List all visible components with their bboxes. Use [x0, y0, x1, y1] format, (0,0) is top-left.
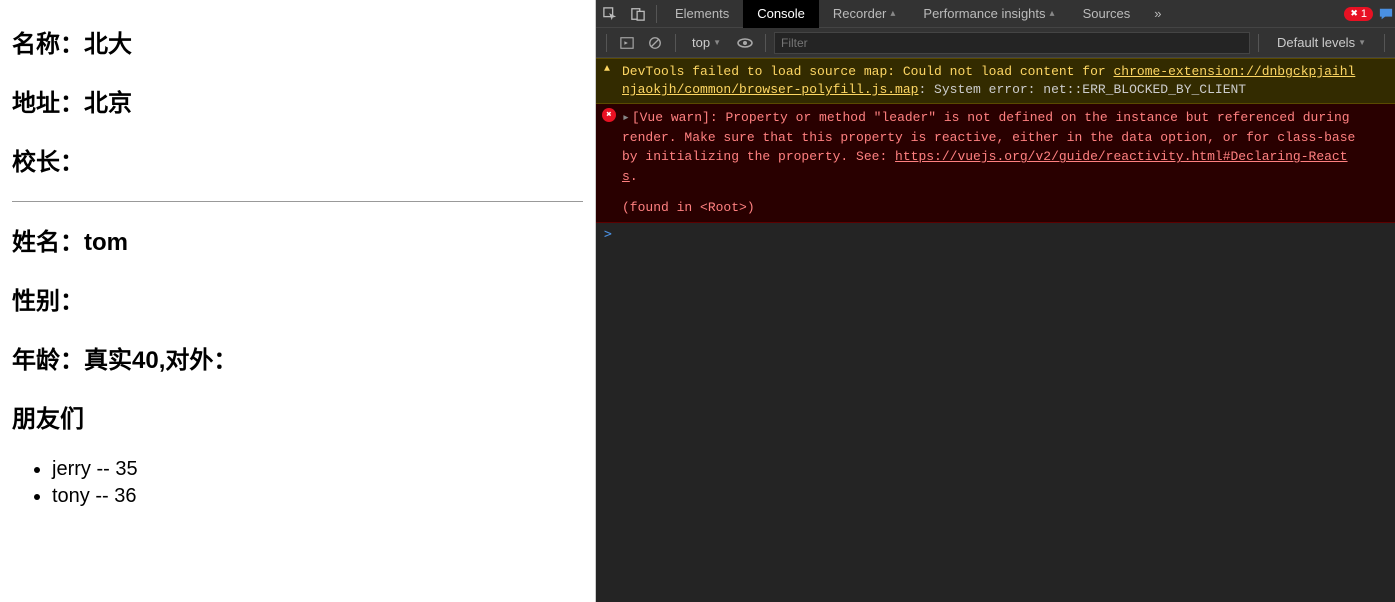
more-tabs-button[interactable]: »: [1144, 6, 1171, 21]
separator: [606, 34, 607, 52]
devtools-panel: Elements Console Recorder▴ Performance i…: [596, 0, 1395, 602]
separator: [1384, 34, 1385, 52]
person-name-heading: 姓名：tom: [12, 222, 583, 257]
console-prompt[interactable]: >: [596, 223, 1395, 246]
experimental-icon: ▴: [1050, 0, 1055, 28]
console-toolbar: top▼ Default levels▼: [596, 28, 1395, 58]
separator: [765, 34, 766, 52]
list-item: jerry -- 35: [52, 458, 583, 481]
separator: [1258, 34, 1259, 52]
school-leader-heading: 校长：: [12, 142, 583, 177]
toggle-device-icon[interactable]: [624, 0, 652, 28]
friends-heading: 朋友们: [12, 399, 583, 434]
filter-input[interactable]: [774, 32, 1250, 54]
console-warning-message[interactable]: DevTools failed to load source map: Coul…: [596, 58, 1395, 104]
tab-sources[interactable]: Sources: [1069, 0, 1145, 28]
console-output: DevTools failed to load source map: Coul…: [596, 58, 1395, 602]
experimental-icon: ▴: [890, 0, 895, 28]
friends-list: jerry -- 35 tony -- 36: [52, 458, 583, 508]
expand-caret-icon[interactable]: ▸: [622, 110, 630, 125]
devtools-tab-bar: Elements Console Recorder▴ Performance i…: [596, 0, 1395, 28]
chevron-down-icon: ▼: [713, 38, 721, 47]
divider: [12, 201, 583, 202]
error-count-badge[interactable]: ✖1: [1344, 7, 1373, 21]
separator: [675, 34, 676, 52]
error-x-icon: ✖: [1350, 8, 1358, 19]
vue-docs-link-cont[interactable]: s: [622, 169, 630, 184]
person-gender-heading: 性别：: [12, 281, 583, 316]
separator: [656, 5, 657, 23]
school-address-heading: 地址：北京: [12, 83, 583, 118]
tab-performance-insights[interactable]: Performance insights▴: [909, 0, 1068, 28]
log-levels-selector[interactable]: Default levels▼: [1267, 35, 1376, 50]
page-content: 名称：北大 地址：北京 校长： 姓名：tom 性别： 年龄：真实40,对外： 朋…: [0, 0, 596, 602]
chevron-down-icon: ▼: [1358, 38, 1366, 47]
school-name-heading: 名称：北大: [12, 24, 583, 59]
tab-recorder[interactable]: Recorder▴: [819, 0, 910, 28]
error-icon: ✖: [602, 108, 616, 122]
chat-icon[interactable]: [1379, 0, 1395, 28]
tab-console[interactable]: Console: [743, 0, 819, 28]
vue-docs-link[interactable]: https://vuejs.org/v2/guide/reactivity.ht…: [895, 149, 1347, 164]
context-selector[interactable]: top▼: [684, 35, 729, 50]
clear-console-icon[interactable]: [643, 31, 667, 55]
tab-elements[interactable]: Elements: [661, 0, 743, 28]
live-expression-icon[interactable]: [733, 31, 757, 55]
person-age-heading: 年龄：真实40,对外：: [12, 340, 583, 375]
inspect-element-icon[interactable]: [596, 0, 624, 28]
console-error-message[interactable]: ✖ ▸[Vue warn]: Property or method "leade…: [596, 104, 1395, 223]
toggle-sidebar-icon[interactable]: [615, 31, 639, 55]
list-item: tony -- 36: [52, 485, 583, 508]
